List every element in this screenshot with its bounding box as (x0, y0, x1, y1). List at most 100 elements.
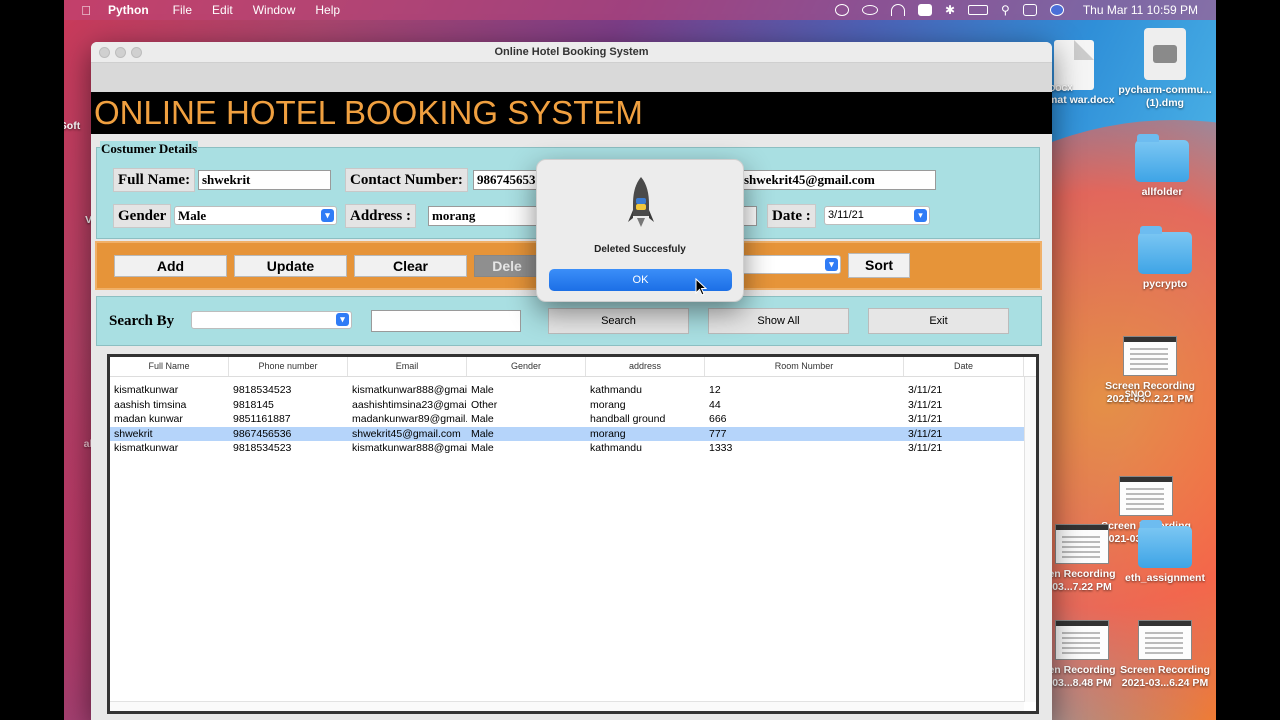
table-cell-room-number: 666 (709, 413, 727, 425)
update-button[interactable]: Update (234, 255, 347, 277)
menu-clock[interactable]: Thu Mar 11 10:59 PM (1083, 3, 1198, 17)
column-header-address[interactable]: address (586, 357, 705, 376)
menu-help[interactable]: Help (315, 3, 340, 17)
table-cell-full-name: madan kunwar (114, 413, 183, 425)
video-thumbnail-icon (1138, 620, 1192, 660)
chevron-down-icon: ▾ (914, 209, 927, 222)
gender-label: Gender (113, 204, 172, 228)
table-cell-date: 3/11/21 (908, 413, 943, 425)
bluetooth-icon[interactable]: ✱ (945, 3, 955, 17)
add-button[interactable]: Add (114, 255, 227, 277)
search-input[interactable] (371, 310, 521, 332)
table-cell-address: handball ground (590, 413, 666, 425)
contact-number-input[interactable]: 9867456536 (473, 170, 543, 190)
desktop-icon-allfolder[interactable]: allfolder (1112, 134, 1212, 199)
video-thumbnail-icon (1123, 336, 1177, 376)
table-row[interactable]: aashish timsina 9818145 aashishtimsina23@g… (110, 398, 1024, 412)
alert-message: Deleted Succesfuly (594, 244, 686, 255)
desktop-icon-screen-recording-5[interactable]: Screen Recording 2021-03...6.24 PM (1115, 620, 1215, 690)
window-titlebar[interactable]: Online Hotel Booking System (91, 42, 1052, 63)
customer-details-legend: Costumer Details (100, 141, 199, 157)
column-header-date[interactable]: Date (904, 357, 1024, 376)
record-stop-icon[interactable] (834, 4, 849, 16)
table-cell-date: 3/11/21 (908, 398, 943, 411)
desktop-icon-pycharm-dmg[interactable]: pycharm-commu...(1).dmg (1115, 28, 1215, 110)
window-title: Online Hotel Booking System (494, 46, 649, 58)
control-center-icon[interactable] (1022, 4, 1037, 16)
date-select[interactable]: 3/11/21 ▾ (824, 206, 930, 225)
menu-window[interactable]: Window (253, 3, 296, 17)
video-thumbnail-icon (1055, 620, 1109, 660)
table-cell-phone: 9867456536 (233, 427, 292, 440)
toolbar-strip (91, 63, 1052, 92)
table-cell-date: 3/11/21 (908, 384, 943, 396)
search-by-select[interactable]: ▾ (191, 311, 352, 329)
table-cell-room-number: 12 (709, 384, 721, 396)
table-cell-email: madankunwar89@gmail.com (352, 413, 467, 425)
table-row[interactable]: shwekrit 9867456536 shwekrit45@gmail.com Ma… (110, 426, 1024, 441)
minimize-window-button[interactable] (115, 47, 126, 58)
folder-icon (1138, 520, 1192, 568)
python-launcher-icon (628, 177, 654, 227)
cloud-icon[interactable] (861, 5, 878, 15)
table-cell-address: kathmandu (590, 384, 642, 396)
table-row[interactable]: kismatkunwar 9818534523 kismatkunwar888@gm… (110, 383, 1024, 397)
table-row[interactable]: kismatkunwar 9818534523 kismatkunwar888@gm… (110, 441, 1024, 455)
apple-icon[interactable]:  (64, 3, 108, 18)
gender-select[interactable]: Male ▾ (174, 206, 337, 225)
table-cell-gender: Male (471, 413, 494, 425)
mouse-cursor-icon (695, 278, 707, 296)
exit-button[interactable]: Exit (868, 308, 1009, 334)
user-icon[interactable] (1049, 4, 1064, 16)
wifi-icon[interactable] (890, 4, 905, 16)
video-thumbnail-icon (1119, 476, 1173, 516)
display-icon[interactable] (917, 4, 932, 16)
contact-number-label: Contact Number: (345, 168, 468, 192)
folder-icon (1138, 226, 1192, 274)
vertical-scrollbar[interactable] (1024, 377, 1036, 702)
table-cell-date: 3/11/21 (908, 427, 943, 440)
table-cell-room-number: 1333 (709, 442, 733, 454)
table-cell-phone: 9851161887 (233, 413, 291, 425)
table-cell-email: aashishtimsina23@gmail.com (352, 398, 467, 411)
page-banner: ONLINE HOTEL BOOKING SYSTEM (91, 92, 1052, 134)
menu-edit[interactable]: Edit (212, 3, 233, 17)
zoom-window-button[interactable] (131, 47, 142, 58)
column-header-room-number[interactable]: Room Number (705, 357, 904, 376)
table-cell-email: shwekrit45@gmail.com (352, 427, 461, 440)
table-row[interactable]: madan kunwar 9851161887 madankunwar89@gmai… (110, 412, 1024, 426)
column-header-phone[interactable]: Phone number (229, 357, 348, 376)
menu-file[interactable]: File (173, 3, 192, 17)
clear-button[interactable]: Clear (354, 255, 467, 277)
desktop-icon-pycrypto[interactable]: pycrypto (1115, 226, 1215, 291)
search-by-label: Search By (109, 313, 175, 329)
search-panel: Search By ▾ Search Show All Exit (96, 296, 1042, 346)
table-cell-address: morang (590, 427, 626, 440)
gender-select-value: Male (178, 208, 207, 223)
show-all-button[interactable]: Show All (708, 308, 849, 334)
address-input[interactable]: morang (428, 206, 538, 226)
full-name-input[interactable]: shwekrit (198, 170, 331, 190)
table-cell-full-name: shwekrit (114, 427, 153, 440)
chevron-down-icon: ▾ (825, 258, 838, 271)
search-button[interactable]: Search (548, 308, 689, 334)
folder-icon (1135, 134, 1189, 182)
table-cell-room-number: 44 (709, 398, 721, 411)
sort-button[interactable]: Sort (848, 253, 910, 278)
column-header-email[interactable]: Email (348, 357, 467, 376)
battery-icon[interactable] (968, 5, 989, 15)
sort-by-select[interactable]: ▾ (739, 255, 841, 274)
close-window-button[interactable] (99, 47, 110, 58)
column-header-gender[interactable]: Gender (467, 357, 586, 376)
email-input[interactable]: shwekrit45@gmail.com (740, 170, 936, 190)
full-name-label: Full Name: (113, 168, 196, 192)
delete-button[interactable]: Dele (474, 255, 540, 277)
table-cell-gender: Other (471, 398, 498, 411)
column-header-full-name[interactable]: Full Name (110, 357, 229, 376)
table-cell-email: kismatkunwar888@gmail.com (352, 384, 467, 396)
desktop-icon-partial-snoo: SNOO (1124, 389, 1152, 399)
horizontal-scrollbar[interactable] (110, 701, 1024, 711)
table-cell-gender: Male (471, 442, 494, 454)
menu-app-python[interactable]: Python (108, 3, 149, 17)
spotlight-search-icon[interactable]: ⚲ (1001, 3, 1010, 17)
